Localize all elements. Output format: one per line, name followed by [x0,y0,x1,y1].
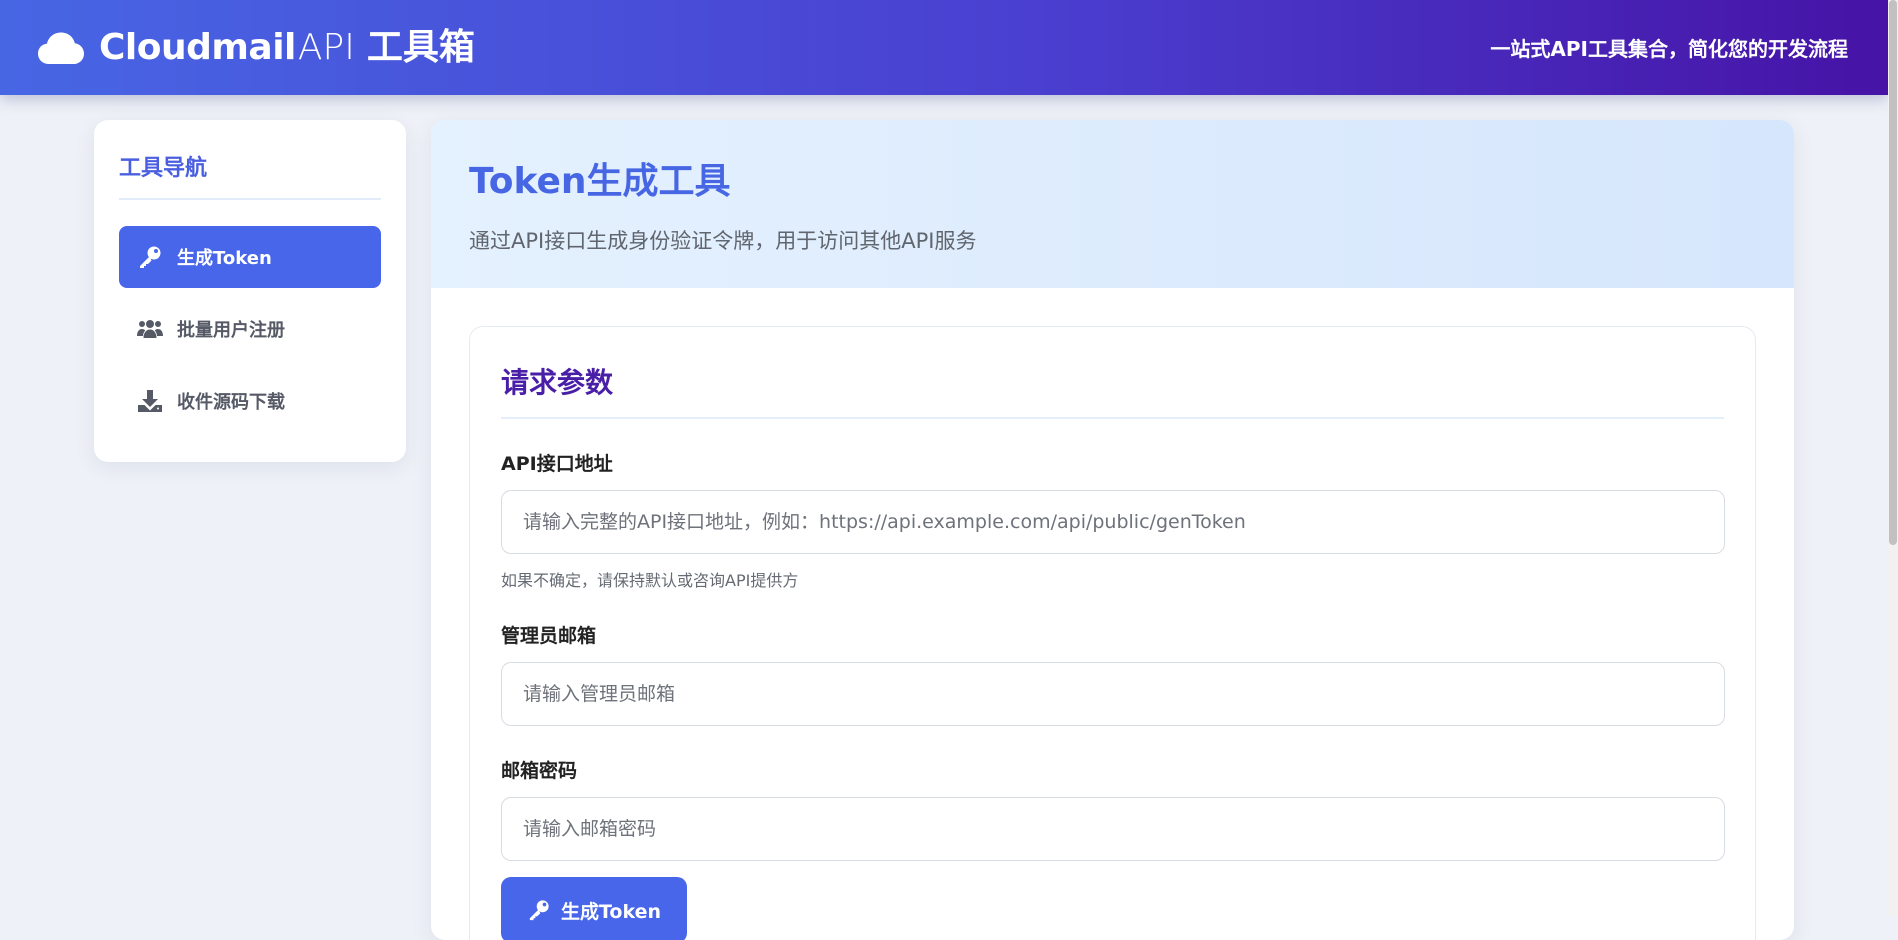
page-subtitle: 通过API接口生成身份验证令牌，用于访问其他API服务 [469,229,977,254]
scrollbar-thumb[interactable] [1889,0,1897,545]
email-password-group: 邮箱密码 [501,756,1725,861]
email-password-input[interactable] [501,797,1725,861]
main-panel: Token生成工具 通过API接口生成身份验证令牌，用于访问其他API服务 请求… [431,120,1794,940]
download-icon [138,390,162,412]
app-title: CloudmailAPI 工具箱 [99,26,475,68]
sidebar-item-label: 收件源码下载 [177,392,285,413]
api-url-label: API接口地址 [501,453,613,475]
email-password-label: 邮箱密码 [501,760,578,782]
sidebar-item-batch-register[interactable]: 批量用户注册 [119,298,381,360]
brand-api: API [297,26,355,68]
key-icon [529,900,549,921]
brand-name: Cloudmail [99,26,296,68]
brand[interactable]: CloudmailAPI 工具箱 [37,26,475,68]
sidebar: 工具导航 生成Token 批量用户注册 收件源码下载 [94,120,406,462]
sidebar-item-label: 批量用户注册 [177,320,285,341]
api-url-hint: 如果不确定，请保持默认或咨询API提供方 [501,571,799,590]
admin-email-label: 管理员邮箱 [501,625,597,647]
admin-email-group: 管理员邮箱 [501,621,1725,726]
section-title: 请求参数 [501,361,1724,419]
page-header: Token生成工具 通过API接口生成身份验证令牌，用于访问其他API服务 [431,120,1794,288]
page-scrollbar[interactable] [1888,0,1898,916]
generate-token-button[interactable]: 生成Token [501,877,687,940]
sidebar-nav: 生成Token 批量用户注册 收件源码下载 [119,226,381,432]
sidebar-item-label: 生成Token [177,248,272,269]
users-icon [137,320,163,338]
sidebar-item-source-download[interactable]: 收件源码下载 [119,370,381,432]
api-url-group: API接口地址 如果不确定，请保持默认或咨询API提供方 [501,449,1725,591]
sidebar-title: 工具导航 [119,150,381,200]
admin-email-input[interactable] [501,662,1725,726]
generate-token-label: 生成Token [560,900,662,923]
request-params-card: 请求参数 API接口地址 如果不确定，请保持默认或咨询API提供方 管理员邮箱 … [469,326,1756,940]
page-title: Token生成工具 [469,161,731,202]
brand-toolbox: 工具箱 [366,26,475,68]
app-header: CloudmailAPI 工具箱 一站式API工具集合，简化您的开发流程 [0,0,1888,95]
key-icon [140,246,161,268]
api-url-input[interactable] [501,490,1725,554]
header-tagline: 一站式API工具集合，简化您的开发流程 [1490,37,1848,61]
cloud-icon [38,32,84,64]
sidebar-item-generate-token[interactable]: 生成Token [119,226,381,288]
